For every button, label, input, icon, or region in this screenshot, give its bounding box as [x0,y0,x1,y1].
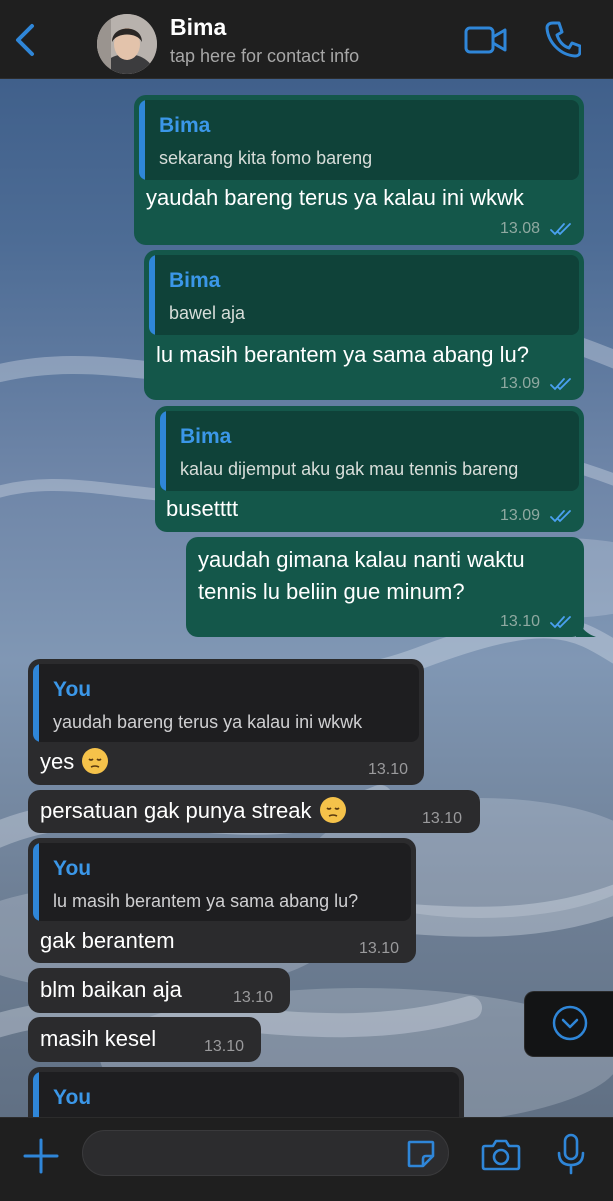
message-bubble-incoming[interactable]: You yaudah bareng terus ya kalau ini wkw… [28,659,424,785]
phone-icon[interactable] [545,20,581,58]
message-bubble-incoming[interactable]: blm baikan aja 13.10 [28,968,290,1013]
message-text: yaudah bareng terus ya kalau ini wkwk [146,185,524,210]
message-text-line: yaudah gimana kalau nanti waktu [198,547,525,572]
read-receipt-icon [550,510,571,523]
pensive-face-emoji [82,748,109,774]
quote-accent-bar [33,664,39,742]
message-time: 13.10 [422,810,463,827]
contact-name[interactable]: Bima [170,14,226,41]
message-text: blm baikan aja [40,977,182,1002]
scroll-to-bottom-button[interactable] [524,991,613,1057]
plus-icon[interactable] [22,1137,60,1175]
message-text: persatuan gak punya streak [40,796,346,826]
quoted-message[interactable]: Bima bawel aja [149,255,579,335]
quote-author: Bima [159,114,211,137]
quote-author: You [53,1086,92,1109]
quote-accent-bar [139,100,145,180]
message-time: 13.10 [204,1038,245,1055]
quote-accent-bar [149,255,155,335]
quote-author: Bima [180,425,232,448]
bubble-tail [576,617,596,637]
quote-text: lu masih berantem ya sama abang lu? [53,891,359,911]
chevron-down-circle-icon [552,1005,588,1041]
quoted-message[interactable]: Bima sekarang kita fomo bareng [139,100,579,180]
message-time: 13.10 [359,940,400,957]
quoted-message[interactable]: You yaudah bareng terus ya kalau ini wkw… [33,664,419,742]
message-text-value: persatuan gak punya streak [40,798,312,823]
chevron-left-icon[interactable] [10,22,40,58]
quote-accent-bar [33,843,39,921]
message-input[interactable] [82,1130,449,1176]
message-text: masih kesel [40,1026,157,1051]
avatar[interactable] [97,14,157,74]
pensive-face-emoji [319,797,346,823]
microphone-icon[interactable] [556,1133,586,1175]
quoted-message[interactable]: You lu masih berantem ya sama abang lu? [33,843,411,921]
message-bubble-outgoing[interactable]: Bima bawel aja lu masih berantem ya sama… [144,250,584,400]
message-bubble-outgoing[interactable]: yaudah gimana kalau nanti waktu tennis l… [186,537,596,637]
message-bubble-outgoing[interactable]: Bima kalau dijemput aku gak mau tennis b… [155,406,584,532]
message-text-value: yes [40,749,75,774]
video-camera-icon[interactable] [464,24,508,56]
message-bubble-incoming[interactable]: You lu masih berantem ya sama abang lu? … [28,838,416,963]
message-time: 13.10 [233,989,274,1006]
message-time: 13.08 [500,220,541,237]
read-receipt-icon [550,223,571,236]
quote-text: kalau dijemput aku gak mau tennis bareng [180,459,519,479]
message-time: 13.10 [368,761,409,778]
contact-info-hint[interactable]: tap here for contact info [170,46,359,67]
message-time: 13.09 [500,375,541,392]
composer-bar [0,1117,613,1201]
quote-author: You [53,678,92,701]
quote-text: sekarang kita fomo bareng [159,148,373,168]
message-time: 13.10 [500,613,541,630]
quote-author: You [53,857,92,880]
sticker-icon[interactable] [405,1138,437,1170]
message-bubble-incoming[interactable]: persatuan gak punya streak 13.10 [28,790,480,833]
message-bubble-outgoing[interactable]: Bima sekarang kita fomo bareng yaudah ba… [134,95,584,245]
read-receipt-icon [550,378,571,391]
message-text: gak berantem [40,928,175,953]
quote-author: Bima [169,269,221,292]
camera-icon[interactable] [481,1137,521,1171]
quote-text: yaudah bareng terus ya kalau ini wkwk [53,712,363,732]
message-text: busetttt [166,496,239,521]
quote-accent-bar [160,411,166,491]
quote-text: bawel aja [169,303,246,323]
chat-header: Bima tap here for contact info [0,0,613,79]
message-time: 13.09 [500,507,541,524]
message-text-line: tennis lu beliin gue minum? [198,579,465,604]
message-text: yes [40,747,109,777]
quoted-message[interactable]: Bima kalau dijemput aku gak mau tennis b… [160,411,579,491]
message-bubble-incoming[interactable]: masih kesel 13.10 [28,1017,261,1062]
message-text: lu masih berantem ya sama abang lu? [156,342,529,367]
read-receipt-icon [550,616,571,629]
